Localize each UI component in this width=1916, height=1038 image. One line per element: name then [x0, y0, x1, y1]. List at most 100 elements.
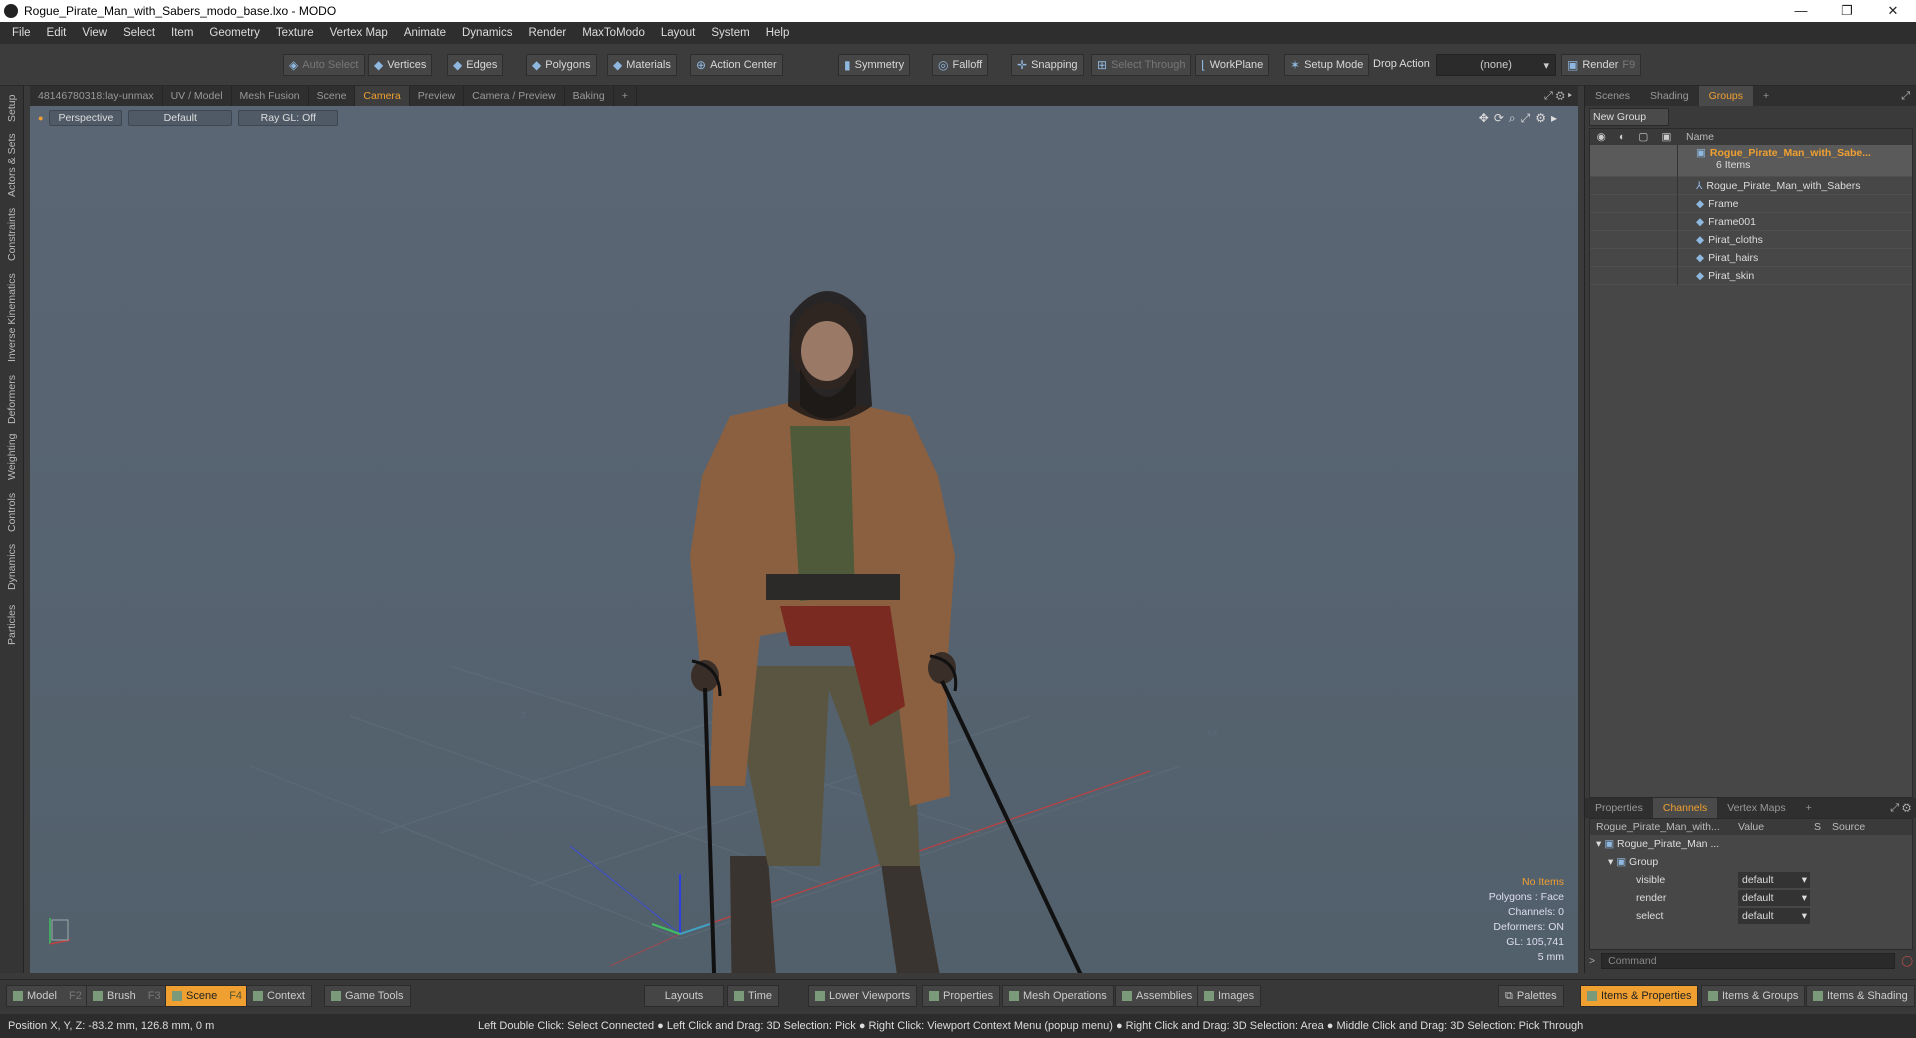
list-item-toggles[interactable]	[1590, 230, 1678, 249]
tab-particles[interactable]: Particles	[2, 598, 22, 652]
channel-row-render[interactable]: render default ▾	[1590, 889, 1912, 907]
list-item-toggles[interactable]	[1590, 266, 1678, 285]
menu-render[interactable]: Render	[520, 27, 574, 39]
channel-tree-item[interactable]: ▾ ▣ Rogue_Pirate_Man ...	[1590, 835, 1912, 853]
brush-layout-button[interactable]: Brush F3	[86, 985, 168, 1007]
group-row-toggles[interactable]	[1590, 145, 1678, 177]
new-group-button[interactable]: New Group	[1589, 108, 1669, 126]
tab-preview[interactable]: Preview	[410, 86, 465, 106]
lock-icon[interactable]: ▢	[1638, 131, 1648, 143]
tab-channels[interactable]: Channels	[1652, 798, 1718, 818]
menu-system[interactable]: System	[703, 27, 757, 39]
channel-value-select[interactable]: default ▾	[1738, 872, 1810, 888]
select-toggle-icon[interactable]: ▣	[1661, 131, 1671, 143]
menu-vertex-map[interactable]: Vertex Map	[322, 27, 396, 39]
tab-scene[interactable]: Scene	[309, 86, 356, 106]
assemblies-button[interactable]: Assemblies	[1115, 985, 1200, 1007]
time-button[interactable]: Time	[727, 985, 780, 1007]
drop-action-select[interactable]: (none) ▾	[1436, 54, 1556, 76]
menu-layout[interactable]: Layout	[653, 27, 704, 39]
menu-file[interactable]: File	[4, 27, 39, 39]
list-item[interactable]: ◆ Pirat_cloths	[1590, 230, 1912, 249]
channel-tree-group[interactable]: ▾ ▣ Group	[1590, 853, 1912, 871]
items-properties-button[interactable]: Items & Properties	[1580, 985, 1699, 1007]
menu-help[interactable]: Help	[758, 27, 798, 39]
snapping-button[interactable]: ✛ Snapping	[1011, 54, 1084, 76]
model-layout-button[interactable]: Model F2	[6, 985, 89, 1007]
list-item[interactable]: ⅄ Rogue_Pirate_Man_with_Sabers	[1590, 176, 1912, 195]
tab-camera[interactable]: Camera	[355, 86, 410, 106]
items-groups-button[interactable]: Items & Groups	[1701, 985, 1806, 1007]
render-button[interactable]: ▣ Render F9	[1561, 54, 1642, 76]
command-input[interactable]: Command	[1601, 953, 1896, 969]
list-item[interactable]: ◆ Pirat_skin	[1590, 266, 1912, 285]
tab-deformers[interactable]: Deformers	[2, 372, 22, 426]
3d-viewport[interactable]: ● Perspective Default Ray GL: Off ✥⟳⌕⤢⚙▸…	[30, 106, 1578, 973]
palettes-button[interactable]: ⧉ Palettes	[1498, 985, 1564, 1007]
tab-properties[interactable]: Properties	[1585, 798, 1653, 818]
restore-button[interactable]: ❐	[1824, 3, 1870, 19]
symmetry-button[interactable]: ▮ Symmetry	[838, 54, 911, 76]
channel-row-visible[interactable]: visible default ▾	[1590, 871, 1912, 889]
list-item-toggles[interactable]	[1590, 212, 1678, 231]
tab-scenes[interactable]: Scenes	[1585, 86, 1640, 106]
add-tab-button[interactable]: +	[614, 86, 637, 106]
menu-select[interactable]: Select	[115, 27, 163, 39]
list-item-toggles[interactable]	[1590, 248, 1678, 267]
list-item-toggles[interactable]	[1590, 176, 1678, 195]
menu-animate[interactable]: Animate	[396, 27, 454, 39]
add-props-tab-button[interactable]: +	[1796, 798, 1822, 818]
game-tools-layout-button[interactable]: Game Tools	[324, 985, 411, 1007]
vertices-button[interactable]: ◆ Vertices	[368, 54, 433, 76]
expand-icon[interactable]: ⤢	[1901, 90, 1916, 103]
channel-row-select[interactable]: select default ▾	[1590, 907, 1912, 925]
render-toggle-icon[interactable]: ◐	[1619, 131, 1625, 143]
menu-geometry[interactable]: Geometry	[201, 27, 268, 39]
properties-button[interactable]: Properties	[922, 985, 1001, 1007]
tab-constraints[interactable]: Constraints	[2, 204, 22, 264]
menu-item[interactable]: Item	[163, 27, 201, 39]
tab-groups[interactable]: Groups	[1698, 86, 1754, 106]
polygons-button[interactable]: ◆ Polygons	[526, 54, 597, 76]
menu-texture[interactable]: Texture	[268, 27, 322, 39]
tab-baking[interactable]: Baking	[565, 86, 614, 106]
list-item-toggles[interactable]	[1590, 194, 1678, 213]
tab-inverse-kinematics[interactable]: Inverse Kinematics	[2, 268, 22, 368]
tab-setup[interactable]: Setup	[2, 90, 22, 126]
mesh-operations-button[interactable]: Mesh Operations	[1002, 985, 1114, 1007]
tab-dynamics[interactable]: Dynamics	[2, 540, 22, 594]
lower-viewports-button[interactable]: Lower Viewports	[808, 985, 918, 1007]
falloff-button[interactable]: ◎ Falloff	[932, 54, 989, 76]
tab-controls[interactable]: Controls	[2, 488, 22, 536]
close-button[interactable]: ✕	[1870, 3, 1916, 19]
materials-button[interactable]: ◆ Materials	[607, 54, 677, 76]
tab-vertex-maps[interactable]: Vertex Maps	[1717, 798, 1795, 818]
menu-maxtomodo[interactable]: MaxToModo	[574, 27, 653, 39]
tab-shading[interactable]: Shading	[1640, 86, 1699, 106]
workplane-button[interactable]: ⌊ WorkPlane	[1195, 54, 1270, 76]
context-layout-button[interactable]: Context	[246, 985, 312, 1007]
edges-button[interactable]: ◆ Edges	[447, 54, 504, 76]
list-item[interactable]: ◆ Frame	[1590, 194, 1912, 213]
menu-view[interactable]: View	[74, 27, 115, 39]
tab-uv-model[interactable]: UV / Model	[163, 86, 232, 106]
channel-value-select[interactable]: default ▾	[1738, 908, 1810, 924]
action-center-button[interactable]: ⊕ Action Center	[690, 54, 783, 76]
menu-edit[interactable]: Edit	[39, 27, 75, 39]
tab-actors-sets[interactable]: Actors & Sets	[2, 130, 22, 200]
menu-dynamics[interactable]: Dynamics	[454, 27, 520, 39]
group-row[interactable]: ▣ Rogue_Pirate_Man_with_Sabe... 6 Items	[1590, 145, 1912, 177]
scene-layout-button[interactable]: Scene F4	[165, 985, 250, 1007]
tab-mesh-fusion[interactable]: Mesh Fusion	[232, 86, 309, 106]
layouts-button[interactable]: Layouts	[644, 985, 724, 1007]
setup-mode-button[interactable]: ✶ Setup Mode	[1284, 54, 1370, 76]
record-icon[interactable]: ◯	[1901, 955, 1913, 967]
tab-weighting[interactable]: Weighting	[2, 430, 22, 484]
auto-select-button[interactable]: ◈ Auto Select	[283, 54, 365, 76]
list-item[interactable]: ◆ Frame001	[1590, 212, 1912, 231]
viewport-tab-icons[interactable]: ⤢ ⚙ ▸	[1544, 90, 1578, 103]
channel-value-select[interactable]: default ▾	[1738, 890, 1810, 906]
expand-icon[interactable]: ⤢ ⚙	[1890, 802, 1916, 815]
items-shading-button[interactable]: Items & Shading	[1806, 985, 1915, 1007]
minimize-button[interactable]: —	[1778, 3, 1824, 19]
